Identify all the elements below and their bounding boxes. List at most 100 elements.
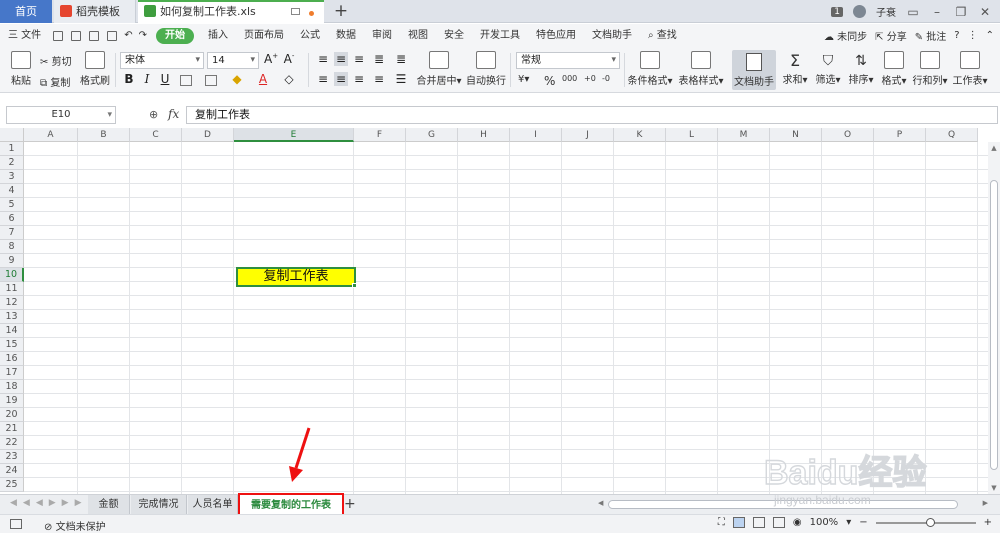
skin-icon[interactable]: ▭ <box>906 5 920 19</box>
column-header-n[interactable]: N <box>770 128 822 142</box>
column-header-e[interactable]: E <box>234 128 354 142</box>
zoom-formula-icon[interactable]: ⊕ <box>149 108 158 121</box>
horizontal-scrollbar[interactable]: ◀ ▶ <box>598 499 988 511</box>
tab-docer-templates[interactable]: 稻壳模板 <box>54 0 136 23</box>
cut-button[interactable]: ✂ 剪切 <box>40 53 72 68</box>
print-preview-icon[interactable] <box>107 30 118 41</box>
bold-icon[interactable]: B <box>122 72 136 86</box>
row-header-23[interactable]: 23 <box>0 450 24 464</box>
thousands-icon[interactable]: 000 <box>562 74 577 83</box>
column-header-q[interactable]: Q <box>926 128 978 142</box>
user-name[interactable]: 子衰 <box>876 4 896 19</box>
undo-icon[interactable]: ↶ <box>121 24 135 47</box>
increase-decimal-icon[interactable]: +0 <box>584 74 596 83</box>
outdent-icon[interactable]: ≣ <box>394 52 408 66</box>
name-box[interactable]: E10 <box>6 106 116 124</box>
column-header-g[interactable]: G <box>406 128 458 142</box>
format-painter-button[interactable]: 格式刷 <box>80 51 110 87</box>
borders-icon[interactable] <box>180 75 192 86</box>
document-protection-status[interactable]: ⊘ 文档未保护 <box>44 518 106 533</box>
column-header-c[interactable]: C <box>130 128 182 142</box>
tab-workbook[interactable]: 如何复制工作表.xls <box>138 0 324 23</box>
row-header-8[interactable]: 8 <box>0 240 24 254</box>
font-color-icon[interactable]: A <box>256 72 270 86</box>
menu-doc-assistant[interactable]: 文档助手 <box>584 24 640 47</box>
vertical-scrollbar[interactable]: ▲ ▼ <box>988 142 1000 494</box>
menu-view[interactable]: 视图 <box>400 24 436 47</box>
insert-function-button[interactable]: fx <box>168 107 179 121</box>
merge-center-button[interactable]: 合并居中▾ <box>414 51 464 87</box>
scroll-right-icon[interactable]: ▶ <box>983 499 988 507</box>
column-header-a[interactable]: A <box>24 128 78 142</box>
menu-insert[interactable]: 插入 <box>200 24 236 47</box>
restore-button[interactable]: ❐ <box>954 5 968 19</box>
row-header-19[interactable]: 19 <box>0 394 24 408</box>
formula-input[interactable]: 复制工作表 <box>186 106 998 124</box>
font-name-select[interactable]: 宋体 <box>120 52 204 69</box>
column-header-l[interactable]: L <box>666 128 718 142</box>
row-header-9[interactable]: 9 <box>0 254 24 268</box>
paste-button[interactable]: 粘贴 <box>6 51 36 87</box>
distributed-icon[interactable]: ☰ <box>394 72 408 86</box>
row-header-10[interactable]: 10 <box>0 268 24 282</box>
row-header-16[interactable]: 16 <box>0 352 24 366</box>
row-header-2[interactable]: 2 <box>0 156 24 170</box>
collapse-ribbon-icon[interactable]: ⌃ <box>986 30 994 41</box>
cell-style-icon[interactable] <box>205 75 217 86</box>
menu-page-layout[interactable]: 页面布局 <box>236 24 292 47</box>
row-header-25[interactable]: 25 <box>0 478 24 492</box>
row-header-24[interactable]: 24 <box>0 464 24 478</box>
share-button[interactable]: ⇱ 分享 <box>875 28 907 43</box>
zoom-out-button[interactable]: − <box>859 517 867 528</box>
page-layout-view-icon[interactable] <box>752 517 765 528</box>
column-header-m[interactable]: M <box>718 128 770 142</box>
align-center-icon[interactable]: ≡ <box>334 72 348 86</box>
sheet-tab-completion[interactable]: 完成情况 <box>131 495 187 514</box>
print-icon[interactable] <box>89 30 100 41</box>
row-header-1[interactable]: 1 <box>0 142 24 156</box>
menu-special-apps[interactable]: 特色应用 <box>528 24 584 47</box>
align-right-icon[interactable]: ≡ <box>352 72 366 86</box>
redo-icon[interactable]: ↷ <box>136 24 150 47</box>
sort-button[interactable]: ⇅ 排序▾ <box>846 51 876 86</box>
auto-wrap-button[interactable]: 自动换行 <box>466 51 506 87</box>
justify-icon[interactable]: ≡ <box>372 72 386 86</box>
window-count-badge[interactable]: 1 <box>831 6 843 17</box>
row-header-6[interactable]: 6 <box>0 212 24 226</box>
help-icon[interactable]: ? <box>954 30 959 41</box>
row-header-3[interactable]: 3 <box>0 170 24 184</box>
sheet-tab-amount[interactable]: 金额 <box>88 495 130 514</box>
zoom-dropdown-icon[interactable]: ▾ <box>846 517 851 528</box>
comment-button[interactable]: ✎ 批注 <box>915 28 947 43</box>
sync-button[interactable]: ☁ 未同步 <box>824 28 867 43</box>
align-bottom-icon[interactable]: ≡ <box>352 52 366 66</box>
minimize-button[interactable]: – <box>930 5 944 19</box>
table-style-button[interactable]: 表格样式▾ <box>678 51 724 87</box>
menu-home[interactable]: 开始 <box>155 27 194 44</box>
file-menu[interactable]: 三 文件 <box>0 24 49 47</box>
column-header-d[interactable]: D <box>182 128 234 142</box>
row-header-11[interactable]: 11 <box>0 282 24 296</box>
sum-button[interactable]: Σ 求和▾ <box>780 51 810 86</box>
horizontal-scroll-thumb[interactable] <box>608 500 958 509</box>
number-format-select[interactable]: 常规 <box>516 52 620 69</box>
currency-icon[interactable]: ¥▾ <box>518 74 529 85</box>
row-header-20[interactable]: 20 <box>0 408 24 422</box>
zoom-in-button[interactable]: + <box>984 517 992 528</box>
worksheet-button[interactable]: 工作表▾ <box>952 51 988 87</box>
scroll-up-icon[interactable]: ▲ <box>988 144 1000 152</box>
row-header-7[interactable]: 7 <box>0 226 24 240</box>
save-icon[interactable] <box>53 30 64 41</box>
macro-icon[interactable] <box>10 519 22 529</box>
column-header-f[interactable]: F <box>354 128 406 142</box>
filter-button[interactable]: ⛉ 筛选▾ <box>813 51 843 86</box>
column-header-p[interactable]: P <box>874 128 926 142</box>
tab-home[interactable]: 首页 <box>0 0 52 23</box>
menu-security[interactable]: 安全 <box>436 24 472 47</box>
add-sheet-button[interactable]: + <box>344 495 356 514</box>
spreadsheet-grid[interactable]: A B C D E F G H I J K L M N O P Q 1 2 3 4 5 6 7 8 9 10 11 12 13 14 15 16… <box>0 128 988 494</box>
row-header-22[interactable]: 22 <box>0 436 24 450</box>
fill-color-icon[interactable]: ◆ <box>230 72 244 86</box>
column-header-h[interactable]: H <box>458 128 510 142</box>
column-header-k[interactable]: K <box>614 128 666 142</box>
